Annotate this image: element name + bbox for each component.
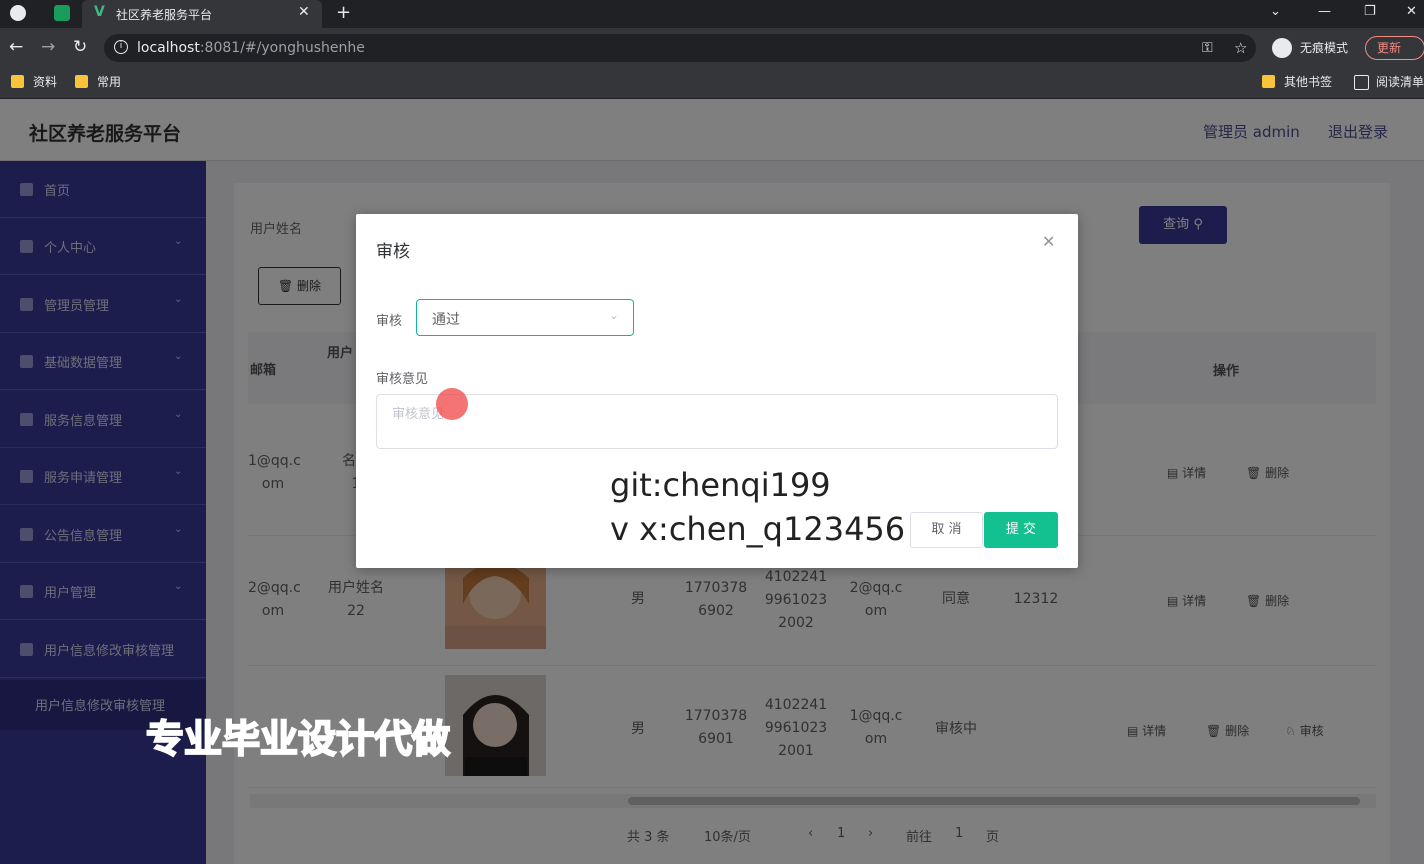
update-button[interactable]: 更新 (1365, 36, 1424, 60)
review-select[interactable]: 通过 ⌄ (416, 299, 634, 336)
tab-search-icon[interactable]: ⌄ (1270, 4, 1281, 19)
close-tab-icon[interactable]: ✕ (298, 4, 310, 20)
browser-tab-bar: V 社区养老服务平台 ✕ + ⌄ — ❐ ✕ (0, 0, 1424, 28)
new-tab-icon[interactable]: + (336, 2, 351, 23)
comment-textarea[interactable]: 审核意见 (376, 394, 1058, 449)
incognito-label[interactable]: 无痕模式 (1270, 36, 1358, 60)
globe-icon[interactable] (10, 5, 26, 21)
minimize-icon[interactable]: — (1318, 4, 1331, 19)
bookmarks-bar (0, 68, 1424, 99)
close-icon[interactable]: ✕ (1042, 232, 1055, 251)
chevron-down-icon: ⌄ (609, 308, 620, 322)
review-label: 审核 (376, 314, 403, 329)
watermark-wx: v x:chen_q123456 (610, 510, 906, 548)
watermark-git: git:chenqi199 (610, 466, 831, 504)
back-icon[interactable]: ← (9, 37, 23, 57)
reload-icon[interactable]: ↻ (73, 37, 87, 57)
submit-button[interactable]: 提 交 (984, 512, 1058, 548)
tab-title: 社区养老服务平台 (116, 8, 213, 22)
watermark-ad: 专业毕业设计代做 (145, 716, 451, 762)
close-window-icon[interactable]: ✕ (1406, 4, 1417, 19)
key-icon[interactable]: ⚿ (1202, 40, 1213, 56)
bookmark-folder-other[interactable]: 其他书签 (1262, 74, 1332, 90)
app-tab-icon[interactable] (54, 5, 70, 21)
url-text: localhost:8081/#/yonghushenhe (137, 40, 365, 56)
dialog-title: 审核 (376, 242, 410, 262)
mouse-cursor-highlight (436, 388, 468, 420)
site-info-icon[interactable]: i (114, 40, 128, 54)
bookmark-folder[interactable]: 资料 (11, 74, 57, 90)
star-icon[interactable]: ☆ (1234, 39, 1247, 57)
comment-label: 审核意见 (376, 372, 429, 387)
reading-list[interactable]: 阅读清单 (1354, 74, 1424, 90)
bookmark-folder[interactable]: 常用 (75, 74, 121, 90)
forward-icon[interactable]: → (41, 37, 55, 57)
vue-icon: V (94, 4, 105, 20)
cancel-button[interactable]: 取 消 (910, 512, 983, 548)
restore-icon[interactable]: ❐ (1364, 4, 1376, 19)
review-select-value: 通过 (432, 312, 460, 328)
